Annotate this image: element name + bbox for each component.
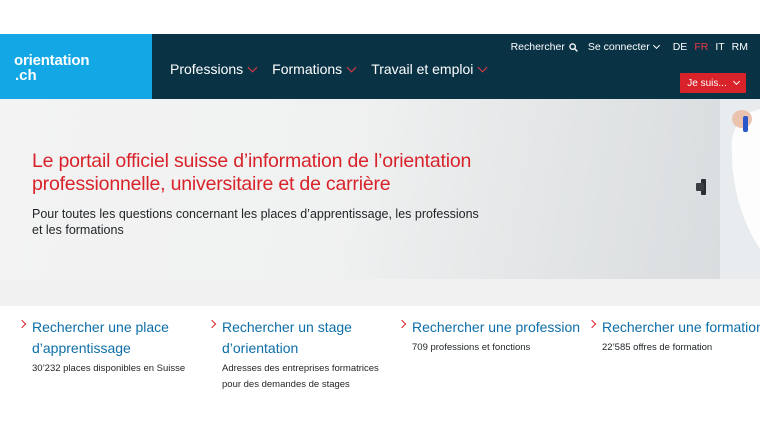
lang-it[interactable]: IT bbox=[715, 41, 724, 53]
chevron-right-icon bbox=[397, 319, 407, 329]
whiteboard-hand-illustration bbox=[696, 99, 760, 279]
quick-links-section: Rechercher une place d’apprentissage 30’… bbox=[0, 279, 760, 440]
search-icon bbox=[569, 42, 578, 52]
hero-subtitle: Pour toutes les questions concernant les… bbox=[32, 207, 479, 237]
site-header: orientation .ch Professions Formations T… bbox=[0, 34, 760, 99]
quick-link-subtitle: 709 professions et fonctions bbox=[412, 342, 531, 353]
chevron-down-icon bbox=[477, 62, 488, 72]
hero-banner: Le portail officiel suisse d’information… bbox=[0, 99, 760, 279]
quick-link-title[interactable]: Rechercher une profession bbox=[412, 317, 582, 338]
chevron-right-icon bbox=[207, 319, 217, 329]
quick-links-bar bbox=[0, 279, 760, 306]
quick-link-subtitle: 30’232 places disponibles en Suisse bbox=[32, 363, 186, 374]
login-label: Se connecter bbox=[587, 41, 650, 53]
search-link[interactable]: Rechercher bbox=[511, 41, 578, 53]
nav-formations[interactable]: Formations bbox=[272, 61, 357, 77]
hero-title: Le portail officiel suisse d’information… bbox=[32, 150, 472, 195]
site-logo[interactable]: orientation .ch bbox=[0, 34, 152, 99]
utility-navigation: Rechercher Se connecter DE FR IT RM bbox=[511, 41, 748, 53]
chevron-down-icon bbox=[247, 62, 258, 72]
logo-line-1: orientation bbox=[14, 52, 90, 69]
chevron-down-icon bbox=[732, 77, 740, 86]
language-switcher: DE FR IT RM bbox=[673, 41, 748, 53]
quick-link-title[interactable]: Rechercher une formation bbox=[602, 317, 760, 338]
quick-link-stage[interactable]: Rechercher un stage d’orientation Adress… bbox=[207, 317, 392, 393]
chevron-down-icon bbox=[652, 41, 660, 50]
chevron-down-icon bbox=[346, 62, 357, 72]
logo-line-2: .ch bbox=[15, 67, 37, 84]
je-suis-label: Je suis... bbox=[687, 77, 727, 89]
lang-rm[interactable]: RM bbox=[732, 41, 748, 53]
main-navigation: Professions Formations Travail et emploi bbox=[170, 61, 488, 77]
quick-link-profession[interactable]: Rechercher une profession 709 profession… bbox=[397, 317, 582, 356]
nav-professions[interactable]: Professions bbox=[170, 61, 258, 77]
quick-link-apprentissage[interactable]: Rechercher une place d’apprentissage 30’… bbox=[17, 317, 202, 377]
login-link[interactable]: Se connecter bbox=[587, 41, 660, 53]
chevron-right-icon bbox=[587, 319, 597, 329]
quick-link-title[interactable]: Rechercher un stage d’orientation bbox=[222, 317, 392, 359]
lang-de[interactable]: DE bbox=[673, 41, 688, 53]
search-label: Rechercher bbox=[510, 41, 565, 53]
nav-professions-label: Professions bbox=[170, 61, 244, 77]
quick-link-subtitle: 22’585 offres de formation bbox=[602, 342, 713, 353]
nav-travail-emploi-label: Travail et emploi bbox=[371, 61, 474, 77]
quick-link-formation[interactable]: Rechercher une formation 22’585 offres d… bbox=[587, 317, 760, 356]
je-suis-dropdown-button[interactable]: Je suis... bbox=[680, 73, 746, 93]
nav-travail-emploi[interactable]: Travail et emploi bbox=[371, 61, 488, 77]
quick-link-subtitle: Adresses des entreprises formatrices pou… bbox=[222, 363, 379, 390]
lang-fr[interactable]: FR bbox=[694, 41, 708, 53]
quick-link-title[interactable]: Rechercher une place d’apprentissage bbox=[32, 317, 202, 359]
chevron-right-icon bbox=[17, 319, 27, 329]
nav-formations-label: Formations bbox=[272, 61, 343, 77]
